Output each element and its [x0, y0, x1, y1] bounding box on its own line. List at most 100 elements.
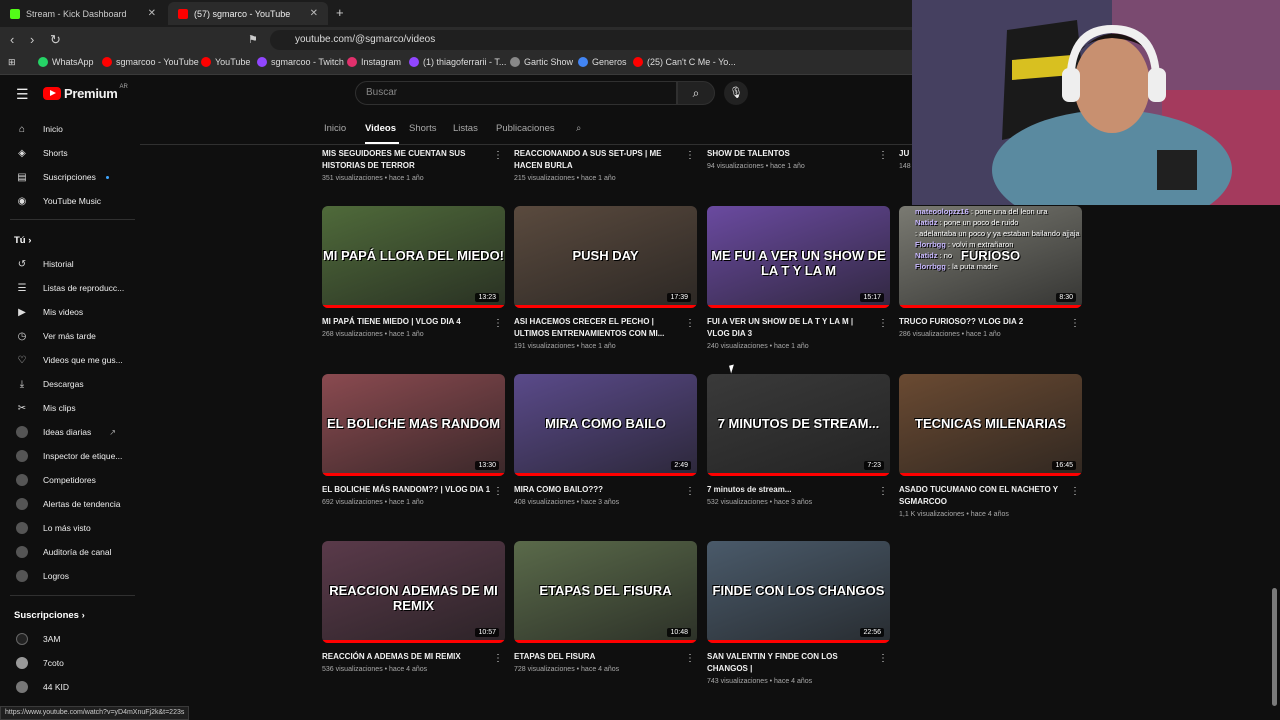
tab-listas[interactable]: Listas: [453, 123, 478, 134]
video-title[interactable]: TRUCO FURIOSO?? VLOG DIA 2: [899, 316, 1069, 328]
search-button[interactable]: ⌕: [677, 81, 715, 105]
more-options-icon[interactable]: ⋮: [685, 318, 695, 329]
section-you-title[interactable]: Tú ›: [14, 235, 31, 246]
sidebar-item-trend-alerts[interactable]: Alertas de tendencia: [0, 493, 140, 515]
sidebar-item-clips[interactable]: ✂ Mis clips: [0, 397, 140, 419]
back-icon[interactable]: ‹: [10, 32, 14, 47]
video-thumbnail[interactable]: MI PAPÁ LLORA DEL MIEDO! 13:23: [322, 206, 505, 308]
video-title[interactable]: JU: [899, 148, 912, 160]
bookmark-instagram[interactable]: Instagram: [347, 57, 401, 67]
more-options-icon[interactable]: ⋮: [878, 318, 888, 329]
more-options-icon[interactable]: ⋮: [685, 150, 695, 161]
video-card[interactable]: REACCIONANDO A SUS SET-UPS | ME HACEN BU…: [514, 148, 697, 182]
video-thumbnail[interactable]: REACCION ADEMAS DE MI REMIX 10:57: [322, 541, 505, 643]
video-card[interactable]: TECNICAS MILENARIAS 16:45 ASADO TUCUMANO C…: [899, 374, 1082, 518]
browser-tab-youtube[interactable]: (57) sgmarco - YouTube ✕: [168, 2, 328, 25]
tab-publicaciones[interactable]: Publicaciones: [496, 123, 555, 134]
tab-videos[interactable]: Videos: [365, 123, 396, 134]
bookmark-sgmarcoo-twitch[interactable]: sgmarcoo - Twitch: [257, 57, 344, 67]
video-title[interactable]: ASI HACEMOS CRECER EL PECHO | ULTIMOS EN…: [514, 316, 684, 340]
sidebar-item-suscripciones[interactable]: ▤ Suscripciones: [0, 166, 140, 188]
channel-search-icon[interactable]: ⌕: [576, 123, 581, 134]
sidebar-item-playlists[interactable]: ☰ Listas de reproducc...: [0, 277, 140, 299]
video-title[interactable]: SHOW DE TALENTOS: [707, 148, 877, 160]
sidebar-item-tag-inspector[interactable]: Inspector de etique...: [0, 445, 140, 467]
more-options-icon[interactable]: ⋮: [493, 486, 503, 497]
sidebar-item-watch-later[interactable]: ◷ Ver más tarde: [0, 325, 140, 347]
more-options-icon[interactable]: ⋮: [1070, 486, 1080, 497]
sidebar-item-achievements[interactable]: Logros: [0, 565, 140, 587]
video-card[interactable]: MIS SEGUIDORES ME CUENTAN SUS HISTORIAS …: [322, 148, 505, 182]
video-thumbnail[interactable]: ME FUI A VER UN SHOW DE LA T Y LA M 15:17: [707, 206, 890, 308]
video-card[interactable]: FINDE CON LOS CHANGOS 22:56 SAN VALENTIN Y…: [707, 541, 890, 685]
video-thumbnail[interactable]: PUSH DAY 17:39: [514, 206, 697, 308]
video-card[interactable]: 7 MINUTOS DE STREAM... 7:23 7 minutos de s…: [707, 374, 890, 506]
menu-icon[interactable]: ☰: [16, 86, 29, 103]
more-options-icon[interactable]: ⋮: [493, 318, 503, 329]
video-title[interactable]: 7 minutos de stream...: [707, 484, 877, 496]
more-options-icon[interactable]: ⋮: [878, 486, 888, 497]
more-options-icon[interactable]: ⋮: [685, 653, 695, 664]
video-title[interactable]: REACCIÓN A ADEMAS DE MI REMIX: [322, 651, 492, 663]
sidebar-item-ideas-diarias[interactable]: Ideas diarias ↗: [0, 421, 140, 443]
video-card[interactable]: ME FUI A VER UN SHOW DE LA T Y LA M 15:17…: [707, 206, 890, 350]
bookmark-gartic-show[interactable]: Gartic Show: [510, 57, 573, 67]
search-input[interactable]: Buscar: [355, 81, 677, 105]
video-title[interactable]: EL BOLICHE MÁS RANDOM?? | VLOG DIA 1: [322, 484, 492, 496]
video-card[interactable]: REACCION ADEMAS DE MI REMIX 10:57 REACCIÓN…: [322, 541, 505, 673]
video-card[interactable]: EL BOLICHE MAS RANDOM 13:30 EL BOLICHE MÁS…: [322, 374, 505, 506]
sidebar-item-shorts[interactable]: ◈ Shorts: [0, 142, 140, 164]
new-tab-button[interactable]: +: [336, 5, 344, 20]
more-options-icon[interactable]: ⋮: [878, 653, 888, 664]
video-thumbnail[interactable]: ETAPAS DEL FISURA 10:48: [514, 541, 697, 643]
apps-icon[interactable]: ⊞: [8, 57, 16, 68]
bookmark-whatsapp[interactable]: WhatsApp: [38, 57, 94, 67]
more-options-icon[interactable]: ⋮: [493, 150, 503, 161]
video-thumbnail[interactable]: 7 MINUTOS DE STREAM... 7:23: [707, 374, 890, 476]
sidebar-item-inicio[interactable]: ⌂ Inicio: [0, 118, 140, 140]
sidebar-item-competitors[interactable]: Competidores: [0, 469, 140, 491]
sidebar-sub-7coto[interactable]: 7coto: [0, 652, 140, 674]
tab-inicio[interactable]: Inicio: [324, 123, 346, 134]
bookmark-generos[interactable]: Generos: [578, 57, 627, 67]
url-input[interactable]: youtube.com/@sgmarco/videos: [270, 30, 920, 50]
sidebar-item-youtube-music[interactable]: ◉ YouTube Music: [0, 190, 140, 212]
sidebar-sub-3am[interactable]: 3AM: [0, 628, 140, 650]
bookmark-icon[interactable]: ⚑: [248, 33, 258, 46]
video-title[interactable]: ASADO TUCUMANO CON EL NACHETO Y SGMARCOO: [899, 484, 1069, 508]
video-title[interactable]: REACCIONANDO A SUS SET-UPS | ME HACEN BU…: [514, 148, 684, 172]
sidebar-item-downloads[interactable]: ⤓ Descargas: [0, 373, 140, 395]
sidebar-sub-44kid[interactable]: 44 KID: [0, 676, 140, 698]
bookmark-sgmarcoo-youtube[interactable]: sgmarcoo - YouTube: [102, 57, 199, 67]
more-options-icon[interactable]: ⋮: [493, 653, 503, 664]
sidebar-item-most-viewed[interactable]: Lo más visto: [0, 517, 140, 539]
youtube-premium-logo[interactable]: Premium AR: [43, 84, 128, 101]
video-title[interactable]: FUI A VER UN SHOW DE LA T Y LA M | VLOG …: [707, 316, 877, 340]
voice-search-button[interactable]: 🎙: [724, 81, 748, 105]
video-card[interactable]: MI PAPÁ LLORA DEL MIEDO! 13:23 MI PAPÁ TIE…: [322, 206, 505, 338]
video-title[interactable]: SAN VALENTIN Y FINDE CON LOS CHANGOS |: [707, 651, 877, 675]
page-scrollbar[interactable]: [1272, 588, 1277, 706]
video-thumbnail[interactable]: MIRA COMO BAILO 2:49: [514, 374, 697, 476]
video-thumbnail[interactable]: TECNICAS MILENARIAS 16:45: [899, 374, 1082, 476]
forward-icon[interactable]: ›: [30, 32, 34, 47]
video-card[interactable]: MIRA COMO BAILO 2:49 MIRA COMO BAILO??? 408…: [514, 374, 697, 506]
sidebar-item-historial[interactable]: ↺ Historial: [0, 253, 140, 275]
video-card[interactable]: PUSH DAY 17:39 ASI HACEMOS CRECER EL PECHO…: [514, 206, 697, 350]
more-options-icon[interactable]: ⋮: [878, 150, 888, 161]
close-icon[interactable]: ✕: [148, 8, 156, 19]
video-title[interactable]: MI PAPÁ TIENE MIEDO | VLOG DIA 4: [322, 316, 492, 328]
browser-tab-kick[interactable]: Stream - Kick Dashboard ✕: [0, 2, 166, 25]
more-options-icon[interactable]: ⋮: [1070, 318, 1080, 329]
bookmark-thiagoferrarii[interactable]: (1) thiagoferrarii - T...: [409, 57, 506, 67]
more-options-icon[interactable]: ⋮: [685, 486, 695, 497]
video-thumbnail[interactable]: EL BOLICHE MAS RANDOM 13:30: [322, 374, 505, 476]
section-subscriptions-title[interactable]: Suscripciones ›: [14, 610, 85, 621]
reload-icon[interactable]: ↻: [50, 32, 61, 48]
video-thumbnail[interactable]: FINDE CON LOS CHANGOS 22:56: [707, 541, 890, 643]
sidebar-item-channel-audit[interactable]: Auditoría de canal: [0, 541, 140, 563]
bookmark-cant-c-me[interactable]: (25) Can't C Me - Yo...: [633, 57, 736, 67]
bookmark-youtube[interactable]: YouTube: [201, 57, 250, 67]
video-title[interactable]: MIS SEGUIDORES ME CUENTAN SUS HISTORIAS …: [322, 148, 492, 172]
video-title[interactable]: MIRA COMO BAILO???: [514, 484, 684, 496]
